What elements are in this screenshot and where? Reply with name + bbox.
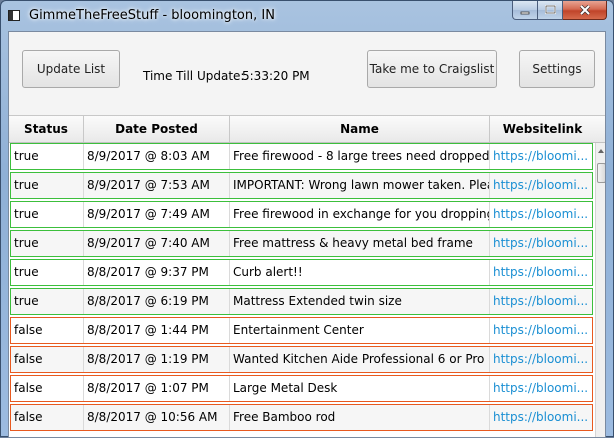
caption-buttons: [512, 1, 607, 21]
cell-date: 8/8/2017 @ 10:56 AM: [84, 405, 230, 430]
time-till-update-label: Time Till Update:: [143, 69, 245, 83]
column-header-link[interactable]: Websitelink: [490, 116, 595, 142]
scroll-up-arrow-icon[interactable]: [598, 149, 604, 153]
website-link[interactable]: https://bloomi...: [490, 144, 592, 169]
table-row[interactable]: true 8/8/2017 @ 6:19 PM Mattress Extended …: [10, 288, 593, 315]
cell-name: IMPORTANT: Wrong lawn mower taken. Plea.…: [230, 173, 490, 198]
app-window: GimmeTheFreeStuff - bloomington, IN Upda…: [0, 0, 614, 438]
website-link[interactable]: https://bloomi...: [490, 347, 592, 372]
vertical-scrollbar[interactable]: [595, 143, 605, 437]
cell-date: 8/8/2017 @ 1:44 PM: [84, 318, 230, 343]
website-link[interactable]: https://bloomi...: [490, 231, 592, 256]
cell-date: 8/8/2017 @ 1:19 PM: [84, 347, 230, 372]
cell-status: false: [11, 376, 84, 401]
update-list-button[interactable]: Update List: [22, 50, 120, 88]
minimize-icon: [520, 11, 530, 15]
cell-name: Curb alert!!: [230, 260, 490, 285]
cell-name: Entertainment Center: [230, 318, 490, 343]
website-link[interactable]: https://bloomi...: [490, 202, 592, 227]
cell-name: Free mattress & heavy metal bed frame: [230, 231, 490, 256]
maximize-icon: [544, 5, 556, 15]
table-header: Status Date Posted Name Websitelink: [9, 116, 605, 143]
table-row[interactable]: true 8/9/2017 @ 8:03 AM Free firewood - 8 …: [10, 143, 593, 170]
time-till-update-value: 5:33:20 PM: [242, 69, 310, 83]
website-link[interactable]: https://bloomi...: [490, 289, 592, 314]
close-icon: [579, 5, 590, 15]
column-header-date[interactable]: Date Posted: [84, 116, 230, 142]
maximize-button[interactable]: [538, 1, 563, 20]
cell-date: 8/8/2017 @ 1:07 PM: [84, 376, 230, 401]
cell-status: true: [11, 289, 84, 314]
table-row[interactable]: true 8/8/2017 @ 9:37 PM Curb alert!! https:…: [10, 259, 593, 286]
cell-name: Free firewood in exchange for you droppi…: [230, 202, 490, 227]
cell-date: 8/8/2017 @ 9:37 PM: [84, 260, 230, 285]
client-area: Update List Time Till Update: 5:33:20 PM…: [8, 31, 606, 438]
cell-status: true: [11, 231, 84, 256]
cell-status: true: [11, 260, 84, 285]
table-row[interactable]: true 8/9/2017 @ 7:53 AM IMPORTANT: Wrong l…: [10, 172, 593, 199]
cell-date: 8/9/2017 @ 7:49 AM: [84, 202, 230, 227]
cell-date: 8/8/2017 @ 6:19 PM: [84, 289, 230, 314]
website-link[interactable]: https://bloomi...: [490, 173, 592, 198]
cell-name: Mattress Extended twin size: [230, 289, 490, 314]
window-title: GimmeTheFreeStuff - bloomington, IN: [29, 8, 275, 23]
cell-status: false: [11, 405, 84, 430]
minimize-button[interactable]: [512, 1, 538, 20]
scrollbar-thumb[interactable]: [597, 163, 605, 183]
cell-name: Wanted Kitchen Aide Professional 6 or Pr…: [230, 347, 490, 372]
cell-name: Large Metal Desk: [230, 376, 490, 401]
close-button[interactable]: [563, 1, 607, 20]
table-row[interactable]: false 8/8/2017 @ 10:56 AM Free Bamboo rod h…: [10, 404, 593, 431]
website-link[interactable]: https://bloomi...: [490, 376, 592, 401]
website-link[interactable]: https://bloomi...: [490, 260, 592, 285]
table-row[interactable]: true 8/9/2017 @ 7:49 AM Free firewood in e…: [10, 201, 593, 228]
cell-status: false: [11, 318, 84, 343]
table-row[interactable]: false 8/8/2017 @ 1:19 PM Wanted Kitchen Ai…: [10, 346, 593, 373]
cell-status: true: [11, 173, 84, 198]
cell-date: 8/9/2017 @ 8:03 AM: [84, 144, 230, 169]
column-header-name[interactable]: Name: [230, 116, 490, 142]
cell-date: 8/9/2017 @ 7:40 AM: [84, 231, 230, 256]
table-row[interactable]: false 8/8/2017 @ 1:44 PM Entertainment Cen…: [10, 317, 593, 344]
cell-status: true: [11, 144, 84, 169]
listings-table: Status Date Posted Name Websitelink true…: [9, 115, 605, 437]
website-link[interactable]: https://bloomi...: [490, 405, 592, 430]
table-row[interactable]: false 8/8/2017 @ 1:07 PM Large Metal Desk h…: [10, 375, 593, 402]
cell-date: 8/9/2017 @ 7:53 AM: [84, 173, 230, 198]
table-row[interactable]: true 8/9/2017 @ 7:40 AM Free mattress & he…: [10, 230, 593, 257]
column-header-status[interactable]: Status: [9, 116, 84, 142]
craigslist-button[interactable]: Take me to Craigslist: [367, 50, 497, 88]
cell-name: Free Bamboo rod: [230, 405, 490, 430]
cell-status: true: [11, 202, 84, 227]
website-link[interactable]: https://bloomi...: [490, 318, 592, 343]
settings-button[interactable]: Settings: [519, 50, 595, 88]
cell-status: false: [11, 347, 84, 372]
cell-name: Free firewood - 8 large trees need dropp…: [230, 144, 490, 169]
app-icon: [8, 10, 20, 21]
title-bar[interactable]: GimmeTheFreeStuff - bloomington, IN: [1, 1, 613, 31]
